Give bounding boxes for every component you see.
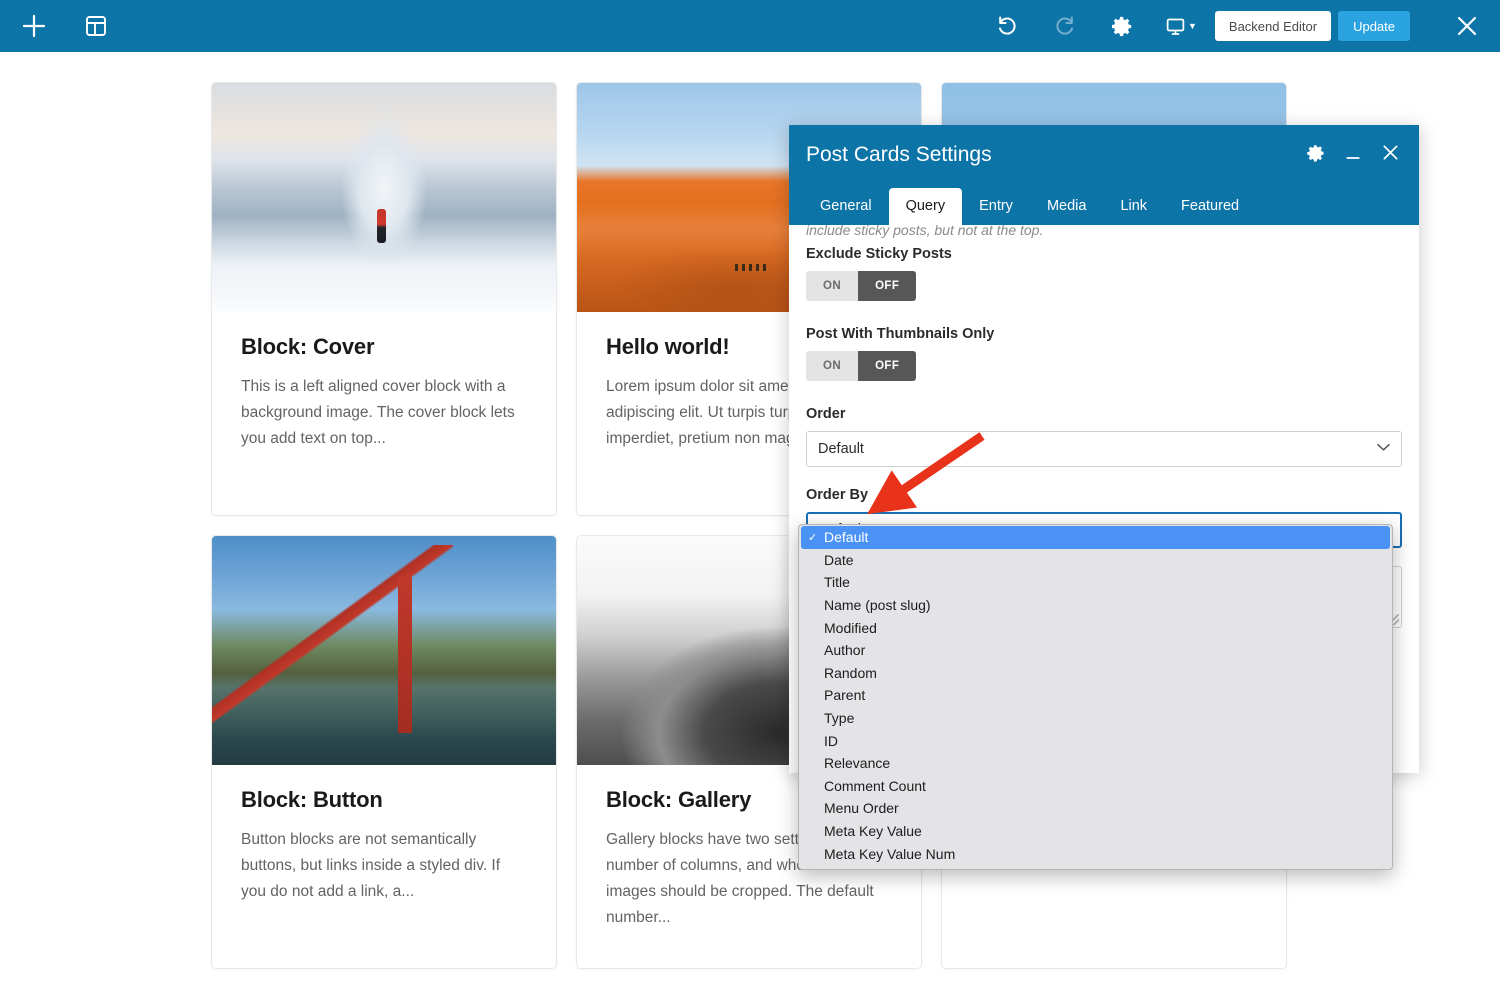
gear-icon[interactable] bbox=[1306, 143, 1326, 163]
post-card[interactable]: Block: Button Button blocks are not sema… bbox=[211, 535, 557, 969]
tab-query[interactable]: Query bbox=[888, 188, 963, 225]
toolbar-left-group bbox=[0, 6, 116, 46]
dropdown-option-label: Date bbox=[824, 551, 854, 568]
dropdown-option-label: Type bbox=[824, 710, 855, 727]
check-icon: ✓ bbox=[808, 531, 818, 544]
dropdown-option-label: Meta Key Value bbox=[824, 823, 922, 840]
update-button[interactable]: Update bbox=[1338, 11, 1410, 41]
dropdown-option[interactable]: Author bbox=[799, 639, 1392, 662]
exclude-sticky-posts-toggle[interactable]: ON OFF bbox=[806, 271, 917, 302]
dropdown-option[interactable]: ID bbox=[799, 729, 1392, 752]
dropdown-option[interactable]: Modified bbox=[799, 616, 1392, 639]
dropdown-option-label: Meta Key Value Num bbox=[824, 845, 956, 862]
golden-gate-bridge-photo bbox=[212, 536, 556, 765]
dropdown-option-label: Title bbox=[824, 574, 850, 591]
dropdown-option-label: Name (post slug) bbox=[824, 597, 931, 614]
toolbar-right-group: ▼ Backend Editor Update bbox=[987, 6, 1500, 46]
dropdown-option[interactable]: Comment Count bbox=[799, 775, 1392, 798]
order-select-value: Default bbox=[818, 441, 864, 458]
post-card[interactable]: Block: Cover This is a left aligned cove… bbox=[211, 82, 557, 516]
sticky-posts-hint: include sticky posts, but not at the top… bbox=[806, 225, 1044, 238]
tab-entry[interactable]: Entry bbox=[962, 188, 1030, 225]
dropdown-option-label: Comment Count bbox=[824, 777, 926, 794]
field-label: Exclude Sticky Posts bbox=[806, 246, 952, 263]
chevron-down-icon bbox=[1377, 443, 1390, 455]
toggle-on-segment[interactable]: ON bbox=[806, 351, 859, 382]
dialog-header: Post Cards Settings General Query Entry … bbox=[789, 125, 1419, 225]
dropdown-option[interactable]: ✓ Default bbox=[801, 526, 1390, 549]
plus-icon[interactable] bbox=[14, 6, 54, 46]
dropdown-option[interactable]: Type bbox=[799, 707, 1392, 730]
toggle-off-segment[interactable]: OFF bbox=[858, 271, 917, 302]
post-card-image bbox=[212, 536, 556, 765]
post-card-body: Block: Button Button blocks are not sema… bbox=[212, 765, 556, 925]
order-select[interactable]: Default bbox=[806, 431, 1402, 468]
dropdown-option-label: Parent bbox=[824, 687, 866, 704]
dialog-title: Post Cards Settings bbox=[806, 143, 992, 166]
tab-featured[interactable]: Featured bbox=[1164, 188, 1256, 225]
close-icon[interactable] bbox=[1380, 142, 1401, 163]
chevron-down-icon: ▼ bbox=[1187, 21, 1197, 31]
thumbnails-only-toggle[interactable]: ON OFF bbox=[806, 351, 917, 382]
toggle-off-segment[interactable]: OFF bbox=[858, 351, 917, 382]
tab-media[interactable]: Media bbox=[1030, 188, 1104, 225]
dropdown-option-label: ID bbox=[824, 732, 838, 749]
post-card-image bbox=[212, 83, 556, 312]
post-card-excerpt: This is a left aligned cover block with … bbox=[241, 378, 515, 448]
field-label: Order By bbox=[806, 487, 869, 504]
field-label: Order bbox=[806, 406, 846, 423]
dropdown-option[interactable]: Menu Order bbox=[799, 797, 1392, 820]
backend-editor-button[interactable]: Backend Editor bbox=[1214, 11, 1332, 41]
post-card-excerpt: Button blocks are not semantically butto… bbox=[241, 831, 501, 901]
field-order: Order Default bbox=[806, 406, 1402, 468]
desktop-monitor-icon[interactable]: ▼ bbox=[1161, 6, 1201, 46]
dropdown-option[interactable]: Random bbox=[799, 662, 1392, 685]
matterhorn-snow-photo bbox=[212, 83, 556, 312]
undo-icon[interactable] bbox=[987, 6, 1027, 46]
post-card-title: Block: Button bbox=[241, 787, 383, 812]
minimize-icon[interactable] bbox=[1343, 143, 1363, 163]
close-editor-icon[interactable] bbox=[1454, 13, 1480, 39]
dropdown-option-label: Default bbox=[824, 529, 869, 546]
post-card-title: Block: Cover bbox=[241, 334, 375, 359]
top-toolbar: ▼ Backend Editor Update bbox=[0, 0, 1500, 52]
dialog-tabs: General Query Entry Media Link Featured bbox=[803, 188, 1256, 225]
dropdown-option[interactable]: Title bbox=[799, 571, 1392, 594]
dropdown-option[interactable]: Date bbox=[799, 549, 1392, 572]
tab-general[interactable]: General bbox=[803, 188, 889, 225]
dropdown-option[interactable]: Relevance bbox=[799, 752, 1392, 775]
dropdown-option-label: Relevance bbox=[824, 755, 891, 772]
dropdown-option[interactable]: Parent bbox=[799, 684, 1392, 707]
dropdown-option[interactable]: Meta Key Value bbox=[799, 820, 1392, 843]
layout-template-icon[interactable] bbox=[76, 6, 116, 46]
tab-link[interactable]: Link bbox=[1103, 188, 1164, 225]
toggle-on-segment[interactable]: ON bbox=[806, 271, 859, 302]
field-post-with-thumbnails-only: Post With Thumbnails Only ON OFF bbox=[806, 326, 1402, 382]
post-card-body: Block: Cover This is a left aligned cove… bbox=[212, 312, 556, 472]
dropdown-option-label: Menu Order bbox=[824, 800, 899, 817]
dropdown-option-label: Author bbox=[824, 642, 866, 659]
dropdown-option-label: Modified bbox=[824, 619, 877, 636]
redo-icon[interactable] bbox=[1045, 6, 1085, 46]
order-by-dropdown[interactable]: ✓ Default Date Title Name (post slug) Modifie… bbox=[798, 524, 1393, 870]
field-exclude-sticky-posts: Exclude Sticky Posts ON OFF bbox=[806, 246, 1402, 302]
dropdown-option-label: Random bbox=[824, 664, 877, 681]
gear-icon[interactable] bbox=[1103, 6, 1143, 46]
dropdown-option[interactable]: Name (post slug) bbox=[799, 594, 1392, 617]
field-label: Post With Thumbnails Only bbox=[806, 326, 995, 343]
dialog-header-controls bbox=[1306, 142, 1401, 163]
dropdown-option[interactable]: Meta Key Value Num bbox=[799, 842, 1392, 865]
